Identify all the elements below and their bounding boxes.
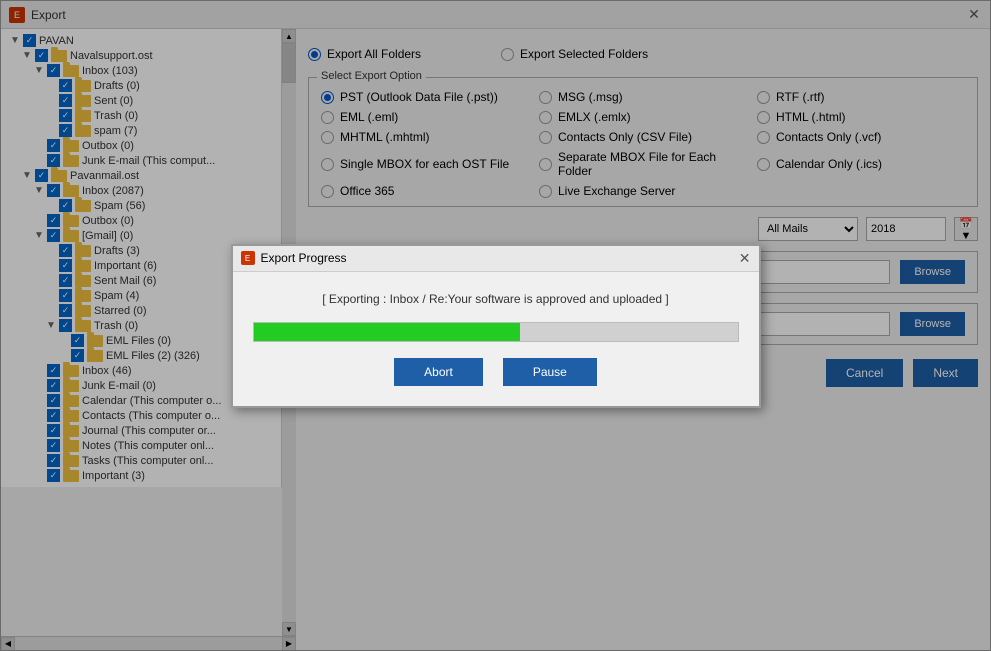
pause-button[interactable]: Pause <box>503 358 597 386</box>
dialog-overlay: E Export Progress ✕ [ Exporting : Inbox … <box>0 0 991 651</box>
progress-bar-container <box>253 322 739 342</box>
dialog-title-bar: E Export Progress ✕ <box>233 246 759 272</box>
dialog-icon: E <box>241 251 255 265</box>
abort-button[interactable]: Abort <box>394 358 483 386</box>
export-progress-dialog: E Export Progress ✕ [ Exporting : Inbox … <box>231 244 761 408</box>
dialog-title: Export Progress <box>261 251 347 265</box>
dialog-title-left: E Export Progress <box>241 251 347 265</box>
exporting-status-text: [ Exporting : Inbox / Re:Your software i… <box>253 292 739 306</box>
dialog-buttons-row: Abort Pause <box>253 358 739 386</box>
progress-bar-fill <box>254 323 520 341</box>
dialog-body: [ Exporting : Inbox / Re:Your software i… <box>233 272 759 406</box>
dialog-close-button[interactable]: ✕ <box>739 250 751 267</box>
